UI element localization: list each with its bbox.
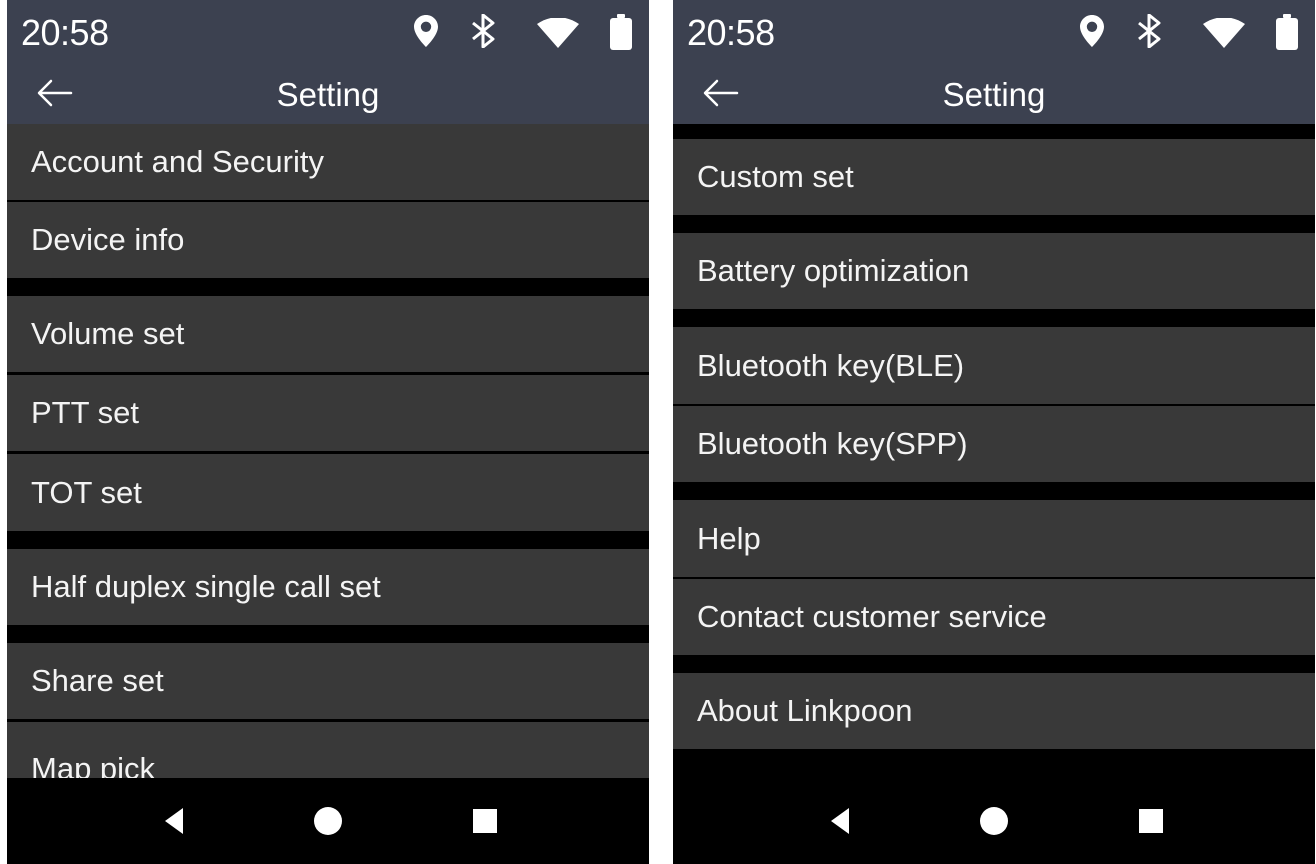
menu-item-tot-set[interactable]: TOT set	[7, 454, 649, 531]
home-circle-icon[interactable]	[312, 805, 344, 837]
location-pin-icon	[413, 14, 439, 48]
bluetooth-icon	[469, 14, 497, 48]
wifi-icon	[537, 18, 579, 48]
app-bar: Setting	[7, 62, 649, 124]
location-pin-icon	[1079, 14, 1105, 48]
home-circle-icon[interactable]	[978, 805, 1010, 837]
navigation-bar	[7, 778, 649, 864]
menu-item-half-duplex[interactable]: Half duplex single call set	[7, 549, 649, 625]
menu-item-volume-set[interactable]: Volume set	[7, 296, 649, 372]
back-triangle-icon[interactable]	[159, 805, 191, 837]
bluetooth-icon	[1135, 14, 1163, 48]
recents-square-icon[interactable]	[1135, 805, 1167, 837]
menu-item-share-set[interactable]: Share set	[7, 643, 649, 719]
status-time: 20:58	[687, 12, 775, 53]
menu-item-device-info[interactable]: Device info	[7, 202, 649, 278]
phone-screen-left: 20:58 Setting Account and Security Devic…	[7, 0, 649, 864]
status-icons	[1079, 14, 1299, 50]
wifi-icon	[1203, 18, 1245, 48]
recents-square-icon[interactable]	[469, 805, 501, 837]
menu-item-battery-optimization[interactable]: Battery optimization	[673, 233, 1315, 309]
navigation-bar	[673, 778, 1315, 864]
menu-item-about[interactable]: About Linkpoon	[673, 673, 1315, 749]
menu-item-bluetooth-ble[interactable]: Bluetooth key(BLE)	[673, 327, 1315, 404]
page-title: Setting	[942, 76, 1046, 113]
settings-list: Custom set Battery optimization Bluetoot…	[673, 124, 1315, 778]
status-bar: 20:58	[673, 0, 1315, 62]
status-icons	[413, 14, 633, 50]
page-title: Setting	[276, 76, 380, 113]
settings-list: Account and Security Device info Volume …	[7, 124, 649, 778]
menu-item-help[interactable]: Help	[673, 500, 1315, 577]
menu-item-custom-set[interactable]: Custom set	[673, 139, 1315, 215]
battery-icon	[1275, 14, 1299, 50]
phone-screen-right: 20:58 Setting Custom set Battery optimiz…	[673, 0, 1315, 864]
back-triangle-icon[interactable]	[825, 805, 857, 837]
app-bar: Setting	[673, 62, 1315, 124]
battery-icon	[609, 14, 633, 50]
menu-item-contact-service[interactable]: Contact customer service	[673, 579, 1315, 655]
status-bar: 20:58	[7, 0, 649, 62]
status-time: 20:58	[21, 12, 109, 53]
menu-item-ptt-set[interactable]: PTT set	[7, 375, 649, 451]
menu-item-bluetooth-spp[interactable]: Bluetooth key(SPP)	[673, 406, 1315, 482]
menu-item-map-pick[interactable]: Map pick	[7, 722, 649, 778]
menu-item-account-security[interactable]: Account and Security	[7, 124, 649, 200]
